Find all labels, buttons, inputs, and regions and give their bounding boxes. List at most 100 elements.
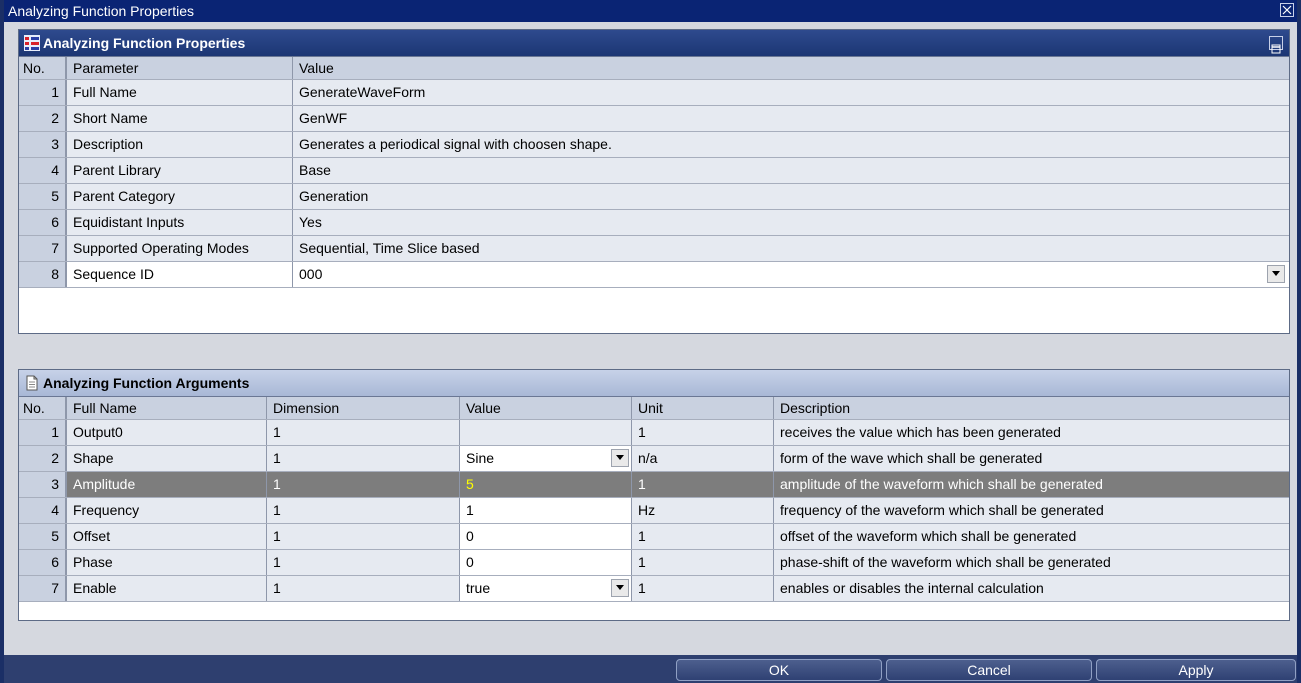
title-bar: Analyzing Function Properties	[4, 0, 1297, 22]
column-header-dimension: Dimension	[267, 397, 460, 419]
column-header-unit: Unit	[632, 397, 774, 419]
property-row[interactable]: 6 Equidistant Inputs Yes	[19, 210, 1289, 236]
row-number: 5	[19, 184, 67, 209]
unit-cell: 1	[632, 420, 774, 445]
argument-row[interactable]: 7 Enable 1 true 1 enables or disables the int…	[19, 576, 1289, 602]
row-number: 6	[19, 550, 67, 575]
dimension-cell: 1	[267, 420, 460, 445]
full-name-cell: Offset	[67, 524, 267, 549]
value-cell[interactable]	[460, 420, 632, 445]
button-bar: OK Cancel Apply	[4, 655, 1297, 683]
unit-cell: 1	[632, 472, 774, 497]
value-cell: GenerateWaveForm	[293, 80, 1289, 105]
dialog-window: Analyzing Function Properties Analyzing …	[0, 0, 1301, 683]
description-cell: offset of the waveform which shall be ge…	[774, 524, 1289, 549]
row-number: 1	[19, 80, 67, 105]
arguments-panel-title: Analyzing Function Arguments	[43, 375, 250, 391]
property-row[interactable]: 3 Description Generates a periodical signa…	[19, 132, 1289, 158]
cancel-button[interactable]: Cancel	[886, 659, 1092, 681]
value-cell[interactable]: true	[460, 576, 632, 601]
unit-cell: 1	[632, 550, 774, 575]
value-cell[interactable]: 0	[460, 550, 632, 575]
row-number: 3	[19, 132, 67, 157]
close-icon[interactable]	[1280, 3, 1294, 17]
description-cell: receives the value which has been genera…	[774, 420, 1289, 445]
value-cell[interactable]: 000	[293, 262, 1289, 287]
value-cell: Sequential, Time Slice based	[293, 236, 1289, 261]
full-name-cell: Enable	[67, 576, 267, 601]
arguments-panel-header: Analyzing Function Arguments	[19, 370, 1289, 397]
window-title: Analyzing Function Properties	[8, 3, 194, 19]
properties-icon	[23, 34, 41, 52]
row-number: 2	[19, 446, 67, 471]
row-number: 7	[19, 236, 67, 261]
row-number: 5	[19, 524, 67, 549]
column-header-value: Value	[460, 397, 632, 419]
full-name-cell: Amplitude	[67, 472, 267, 497]
parameter-cell: Sequence ID	[67, 262, 293, 287]
row-number: 8	[19, 262, 67, 287]
ok-button[interactable]: OK	[676, 659, 882, 681]
row-number: 3	[19, 472, 67, 497]
property-row[interactable]: 8 Sequence ID 000	[19, 262, 1289, 288]
column-header-full-name: Full Name	[67, 397, 267, 419]
full-name-cell: Output0	[67, 420, 267, 445]
property-row[interactable]: 4 Parent Library Base	[19, 158, 1289, 184]
row-number: 6	[19, 210, 67, 235]
dimension-cell: 1	[267, 498, 460, 523]
unit-cell: Hz	[632, 498, 774, 523]
unit-cell: 1	[632, 524, 774, 549]
column-header-description: Description	[780, 400, 851, 416]
row-number: 4	[19, 498, 67, 523]
value-cell: Base	[293, 158, 1289, 183]
properties-panel-header: Analyzing Function Properties	[19, 30, 1289, 57]
maximize-icon[interactable]	[1269, 36, 1283, 54]
property-row[interactable]: 7 Supported Operating Modes Sequential, Ti…	[19, 236, 1289, 262]
dimension-cell: 1	[267, 576, 460, 601]
value-cell[interactable]: Sine	[460, 446, 632, 471]
value-cell[interactable]: 1	[460, 498, 632, 523]
property-row[interactable]: 1 Full Name GenerateWaveForm	[19, 80, 1289, 106]
row-number: 1	[19, 420, 67, 445]
property-row[interactable]: 5 Parent Category Generation	[19, 184, 1289, 210]
argument-row[interactable]: 1 Output0 1 1 receives the value which has b…	[19, 420, 1289, 446]
description-cell: form of the wave which shall be generate…	[774, 446, 1289, 471]
value-dropdown-icon[interactable]	[611, 449, 629, 467]
row-number: 2	[19, 106, 67, 131]
description-cell: frequency of the waveform which shall be…	[774, 498, 1289, 523]
dimension-cell: 1	[267, 550, 460, 575]
column-header-parameter: Parameter	[67, 57, 293, 79]
arguments-panel: Analyzing Function Arguments No. Full Na…	[18, 369, 1290, 621]
argument-row[interactable]: 3 Amplitude 1 5 1 amplitude of the waveform w…	[19, 472, 1289, 498]
column-header-no: No.	[19, 57, 67, 79]
value-dropdown-icon[interactable]	[611, 579, 629, 597]
description-cell: enables or disables the internal calcula…	[774, 576, 1289, 601]
column-header-value: Value	[299, 60, 334, 76]
properties-panel-title: Analyzing Function Properties	[43, 35, 246, 51]
value-cell[interactable]: 0	[460, 524, 632, 549]
sequence-id-dropdown-icon[interactable]	[1267, 265, 1285, 283]
column-header-no: No.	[19, 397, 67, 419]
arguments-header-row: No. Full Name Dimension Value Unit Descr…	[19, 397, 1289, 420]
argument-row[interactable]: 4 Frequency 1 1 Hz frequency of the waveform …	[19, 498, 1289, 524]
argument-row[interactable]: 2 Shape 1 Sine n/a form of the wave which sha…	[19, 446, 1289, 472]
full-name-cell: Shape	[67, 446, 267, 471]
parameter-cell: Equidistant Inputs	[67, 210, 293, 235]
parameter-cell: Parent Category	[67, 184, 293, 209]
document-icon	[23, 374, 41, 392]
description-cell: phase-shift of the waveform which shall …	[774, 550, 1289, 575]
full-name-cell: Phase	[67, 550, 267, 575]
unit-cell: 1	[632, 576, 774, 601]
argument-row[interactable]: 5 Offset 1 0 1 offset of the waveform which s…	[19, 524, 1289, 550]
parameter-cell: Supported Operating Modes	[67, 236, 293, 261]
argument-row[interactable]: 6 Phase 1 0 1 phase-shift of the waveform whi…	[19, 550, 1289, 576]
dimension-cell: 1	[267, 524, 460, 549]
parameter-cell: Full Name	[67, 80, 293, 105]
properties-header-row: No. Parameter Value	[19, 57, 1289, 80]
value-cell: Generates a periodical signal with choos…	[293, 132, 1289, 157]
value-cell[interactable]: 5	[460, 472, 632, 497]
apply-button[interactable]: Apply	[1096, 659, 1296, 681]
parameter-cell: Parent Library	[67, 158, 293, 183]
value-cell: GenWF	[293, 106, 1289, 131]
property-row[interactable]: 2 Short Name GenWF	[19, 106, 1289, 132]
